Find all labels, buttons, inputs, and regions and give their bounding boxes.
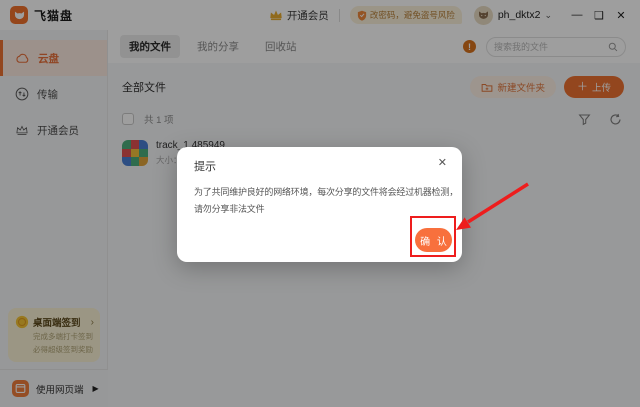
- modal-title: 提示: [194, 158, 216, 174]
- modal-body-line2: 请勿分享非法文件: [194, 201, 458, 218]
- modal-body: 为了共同维护良好的网络环境，每次分享的文件将会经过机器检测， 请勿分享非法文件: [194, 184, 458, 218]
- app-window: 飞猫盘 开通会员 改密码，避免盗号风险: [0, 0, 640, 407]
- notice-modal: 提示 ✕ 为了共同维护良好的网络环境，每次分享的文件将会经过机器检测， 请勿分享…: [177, 147, 462, 262]
- modal-body-line1: 为了共同维护良好的网络环境，每次分享的文件将会经过机器检测，: [194, 184, 458, 201]
- confirm-button[interactable]: 确 认: [415, 228, 452, 252]
- modal-close-icon[interactable]: ✕: [438, 156, 447, 169]
